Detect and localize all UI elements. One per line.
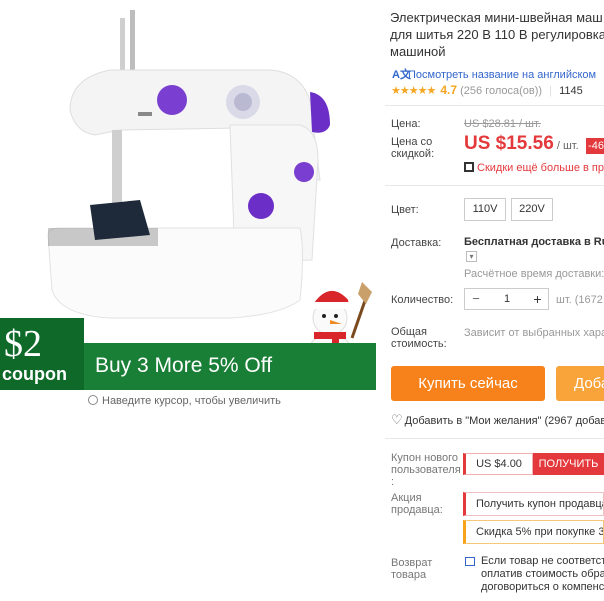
color-option-110v[interactable]: 110V — [464, 198, 506, 221]
divider — [385, 185, 604, 186]
buy-now-button[interactable]: Купить сейчас — [391, 366, 545, 401]
seller-promo-label: Акция продавца: — [391, 492, 443, 516]
product-title-line-1: Электрическая мини-швейная маш — [390, 10, 603, 25]
returns-label: Возврат товара — [391, 557, 432, 581]
translate-title-link[interactable]: A文Посмотреть название на английском — [392, 66, 596, 82]
zoom-hint-text: Наведите курсор, чтобы увеличить — [102, 395, 281, 407]
returns-text-line-3: договориться о компенса — [481, 581, 604, 593]
orders-divider: | — [549, 85, 552, 97]
rating-stars-icon: ★★★★★ — [391, 85, 436, 97]
rating-value: 4.7 — [440, 83, 458, 97]
returns-text: Если товар не соответсте оплатив стоимос… — [481, 555, 604, 594]
quantity-plus-button[interactable]: + — [527, 289, 548, 309]
add-to-cart-button[interactable]: Доба — [556, 366, 604, 401]
quantity-available: шт. (1672 — [556, 294, 603, 306]
new-user-coupon-label-line-3: : — [391, 476, 395, 488]
new-user-coupon-value: US $4.00 — [463, 453, 533, 475]
get-coupon-button[interactable]: ПОЛУЧИТЬ — [533, 453, 604, 475]
price-unit: / шт. — [556, 140, 579, 152]
seller-promo-label-line-2: продавца: — [391, 504, 443, 516]
quantity-stepper: − 1 + — [464, 288, 549, 310]
new-price-row: US $15.56 / шт. — [464, 133, 579, 155]
product-title-line-2: для шитья 220 В 110 В регулировка — [390, 27, 604, 42]
returns-label-line-2: товара — [391, 569, 427, 581]
discount-price-label-line-2: скидкой: — [391, 148, 435, 160]
color-label: Цвет: — [391, 204, 419, 216]
total-value: Зависит от выбранных хара — [464, 327, 604, 339]
wishlist-text: Добавить в "Мои желания" (2967 добавле — [404, 415, 604, 427]
price-label: Цена: — [391, 118, 421, 130]
seller-coupon-promo[interactable]: Получить купон продавца — [463, 492, 604, 516]
heart-icon: ♡ — [391, 412, 403, 427]
quantity-minus-button[interactable]: − — [465, 289, 487, 309]
delivery-value[interactable]: Бесплатная доставка в Rus — [464, 236, 604, 248]
total-label: Общая стоимость: — [391, 326, 447, 350]
returns-text-line-1: Если товар не соответсте — [481, 555, 604, 567]
delivery-time: Расчётное время доставки: 3 — [464, 268, 604, 280]
divider — [385, 438, 604, 439]
discount-price-label: Цена со скидкой: — [391, 136, 434, 160]
seller-promo-label-line-1: Акция — [391, 492, 422, 504]
returns-text-line-2: оплатив стоимость обрат — [481, 568, 604, 580]
more-discounts-link[interactable]: Скидки ещё больше в при — [464, 162, 604, 174]
translate-link-text: Посмотреть название на английском — [408, 69, 597, 81]
discount-badge: -46 — [586, 138, 604, 154]
total-label-line-2: стоимость: — [391, 338, 447, 350]
quantity-label: Количество: — [391, 294, 454, 306]
rating-row: ★★★★★ 4.7 (256 голоса(ов)) | 1145 — [391, 83, 583, 97]
color-option-220v[interactable]: 220V — [511, 198, 553, 221]
coupon-amount: $2 — [4, 323, 42, 365]
quantity-input[interactable]: 1 — [487, 289, 527, 309]
coupon-word: coupon — [2, 364, 67, 384]
rating-votes[interactable]: (256 голоса(ов)) — [460, 85, 542, 97]
new-price: US $15.56 — [464, 133, 554, 154]
orders-count: 1145 — [559, 85, 583, 97]
magnifier-icon — [88, 395, 98, 405]
translate-icon: A文 — [392, 69, 411, 81]
new-user-coupon-label: Купон нового пользователя : — [391, 452, 461, 488]
coupon-badge: $2 coupon — [0, 318, 84, 390]
zoom-hint: Наведите курсор, чтобы увеличить — [88, 395, 281, 407]
product-title-line-3: машиной — [390, 44, 446, 59]
old-price: US $28.81 / шт. — [464, 118, 541, 130]
new-user-coupon-label-line-2: пользователя — [391, 464, 461, 476]
qr-code-icon — [464, 162, 474, 172]
wishlist-link[interactable]: ♡ Добавить в "Мои желания" (2967 добавле — [391, 412, 604, 428]
more-discounts-text: Скидки ещё больше в при — [477, 162, 604, 174]
returns-icon — [465, 557, 475, 566]
coupon-banner-text: Buy 3 More 5% Off — [95, 354, 273, 377]
delivery-chevron-down-icon[interactable]: ▾ — [466, 251, 477, 262]
total-label-line-1: Общая — [391, 326, 427, 338]
discount-price-label-line-1: Цена со — [391, 136, 433, 148]
seller-discount-promo[interactable]: Скидка 5% при покупке 3 ш — [463, 520, 604, 544]
delivery-label: Доставка: — [391, 237, 442, 249]
returns-label-line-1: Возврат — [391, 557, 433, 569]
new-user-coupon-label-line-1: Купон нового — [391, 452, 459, 464]
divider — [385, 105, 604, 106]
